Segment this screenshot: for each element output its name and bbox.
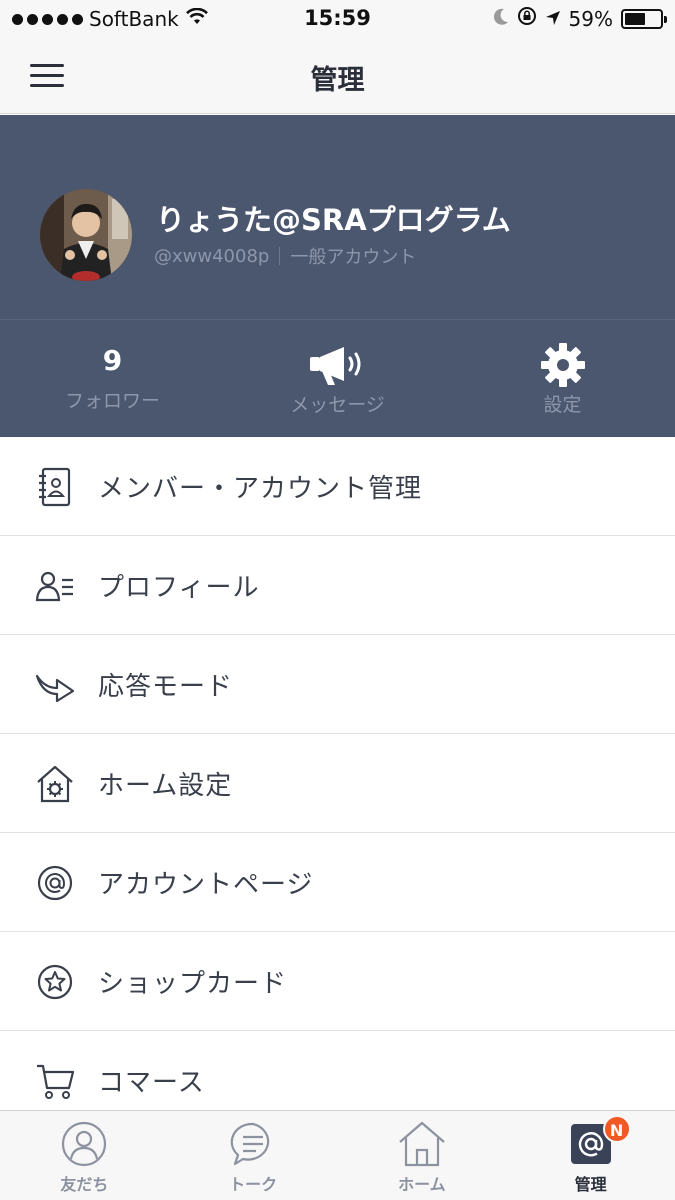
home-gear-icon [34,764,76,804]
settings-button[interactable]: 設定 [450,320,675,437]
settings-label: 設定 [543,394,582,416]
menu-item-member-account[interactable]: メンバー・アカウント管理 [0,437,675,536]
tab-label: ホーム [398,1175,446,1194]
menu-list: メンバー・アカウント管理 プロフィール 応答モード ホーム設定 アカウントページ… [0,437,675,1130]
meta-divider [279,247,281,265]
menu-label: メンバー・アカウント管理 [98,473,423,504]
profile-stats: 9 フォロワー メッセージ 設定 [0,319,675,437]
menu-label: アカウントページ [98,869,314,900]
account-handle: @xww4008p [154,245,270,267]
at-circle-icon [34,863,76,903]
at-square-icon: N [569,1115,631,1169]
battery-percent: 59% [568,6,613,31]
followers-count: 9 [102,344,123,377]
location-arrow-icon [545,7,561,31]
menu-item-home-settings[interactable]: ホーム設定 [0,734,675,833]
menu-label: ショップカード [98,968,288,999]
menu-item-reply-mode[interactable]: 応答モード [0,635,675,734]
battery-icon [621,8,667,29]
status-bar: SoftBank 15:59 59% [0,0,675,38]
star-circle-icon [34,962,76,1002]
cart-icon [34,1061,76,1101]
gear-icon [540,342,586,388]
nav-bar: 管理 [0,38,675,114]
reply-arrow-icon [34,665,76,705]
menu-label: プロフィール [98,572,260,603]
avatar[interactable] [40,189,132,281]
menu-label: 応答モード [98,671,234,702]
screen: SoftBank 15:59 59% 管理 りょうた@SRAプログラム @xww… [0,0,675,1200]
tab-label: 管理 [574,1175,607,1194]
person-icon [60,1119,108,1169]
moon-icon [493,7,509,31]
menu-label: ホーム設定 [98,770,233,801]
tab-manage[interactable]: N 管理 [506,1111,675,1200]
battery-fill [625,12,646,25]
tab-label: トーク [229,1175,278,1194]
menu-item-shop-card[interactable]: ショップカード [0,932,675,1031]
tab-home[interactable]: ホーム [338,1111,507,1200]
followers-stat[interactable]: 9 フォロワー [0,320,225,437]
megaphone-icon [308,342,368,388]
tab-talk[interactable]: トーク [169,1111,338,1200]
status-right: 59% [493,6,667,31]
followers-label: フォロワー [64,390,160,412]
page-title: 管理 [310,65,365,96]
tab-bar: 友だち トーク ホーム N 管理 [0,1110,675,1200]
menu-item-account-page[interactable]: アカウントページ [0,833,675,932]
menu-item-profile[interactable]: プロフィール [0,536,675,635]
tab-friends[interactable]: 友だち [0,1111,169,1200]
message-label: メッセージ [290,394,385,416]
profile-header: りょうた@SRAプログラム @xww4008p 一般アカウント 9 フォロワー [0,115,675,437]
tab-label: 友だち [60,1175,109,1194]
message-button[interactable]: メッセージ [225,320,450,437]
account-type: 一般アカウント [290,247,417,268]
account-name: りょうた@SRAプログラム [156,203,511,237]
chat-bubble-icon [229,1119,277,1169]
account-meta: @xww4008p 一般アカウント [154,243,416,269]
notification-badge: N [602,1115,631,1143]
address-book-icon [34,467,76,507]
orientation-lock-icon [517,6,537,31]
house-icon [397,1119,447,1169]
menu-label: コマース [98,1067,205,1098]
profile-card-icon [34,566,76,606]
